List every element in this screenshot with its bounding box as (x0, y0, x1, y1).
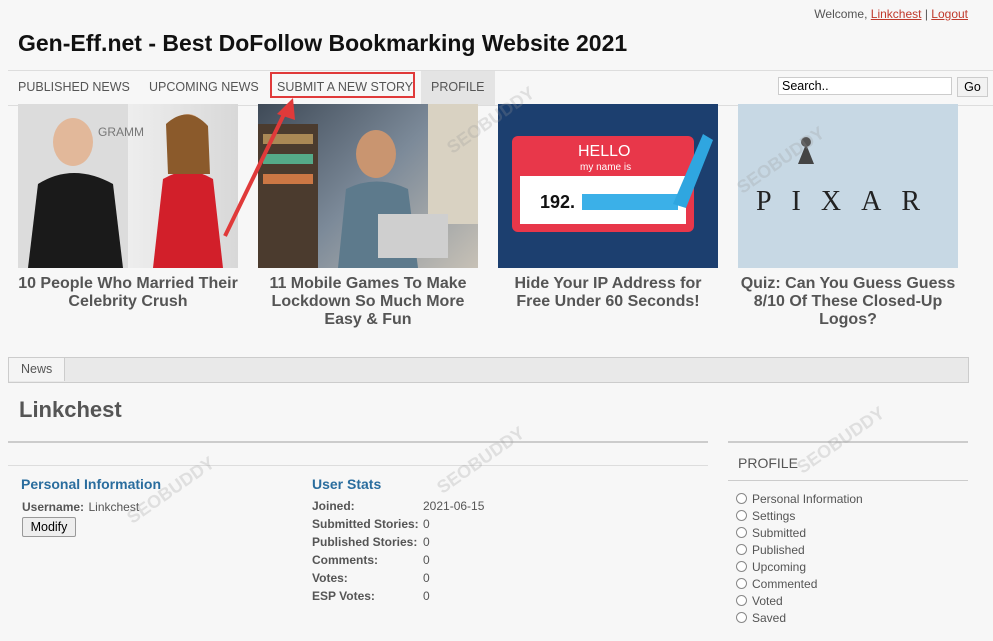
radio-icon[interactable] (736, 510, 747, 521)
radio-icon[interactable] (736, 595, 747, 606)
username-value: Linkchest (88, 500, 140, 514)
nav-published-news[interactable]: PUBLISHED NEWS (18, 71, 130, 105)
sidebar-item-upcoming[interactable]: Upcoming (736, 558, 863, 575)
stat-value: 0 (423, 535, 430, 549)
radio-icon[interactable] (736, 527, 747, 538)
tab-news[interactable]: News (9, 358, 66, 381)
image-pixar-text: PIXAR (756, 186, 940, 217)
story-image[interactable]: GRAMM (18, 104, 238, 268)
username-row: Username: Linkchest (22, 498, 139, 516)
logout-link[interactable]: Logout (931, 7, 968, 21)
site-title: Gen-Eff.net - Best DoFollow Bookmarking … (18, 30, 628, 56)
username-link[interactable]: Linkchest (871, 7, 922, 21)
story-caption[interactable]: Hide Your IP Address for Free Under 60 S… (498, 275, 718, 311)
story-caption[interactable]: 11 Mobile Games To Make Lockdown So Much… (258, 275, 478, 329)
story-image[interactable]: HELLO my name is 192. (498, 104, 718, 268)
sidebar-item-label: Saved (752, 610, 787, 625)
stat-row: ESP Votes: 0 (312, 589, 612, 607)
nav-profile[interactable]: PROFILE (421, 71, 495, 105)
story-card[interactable]: GRAMM 10 People Who Married Their Celebr… (18, 104, 238, 311)
radio-icon[interactable] (736, 561, 747, 572)
content-tabbar: News (8, 357, 969, 383)
story-card[interactable]: HELLO my name is 192. Hide Your IP Addre… (498, 104, 718, 311)
watermark: SEOBUDDY (433, 422, 529, 498)
user-welcome-bar: Welcome, Linkchest | Logout (814, 7, 968, 21)
story-image[interactable]: PIXAR (738, 104, 958, 268)
stat-label: Submitted Stories: (312, 517, 419, 531)
username-label: Username: (22, 500, 85, 514)
sidebar-item-published[interactable]: Published (736, 541, 863, 558)
annotation-arrow-icon (223, 98, 295, 237)
radio-icon[interactable] (736, 578, 747, 589)
sidebar-profile-menu: Personal Information Settings Submitted … (736, 490, 863, 626)
stat-row: Comments: 0 (312, 553, 612, 571)
sidebar-item-label: Commented (752, 576, 818, 591)
sidebar-item-saved[interactable]: Saved (736, 609, 863, 626)
image-hello-text: HELLO (578, 143, 630, 160)
divider (8, 465, 708, 466)
stat-value: 0 (423, 517, 430, 531)
divider (728, 441, 968, 443)
sidebar-profile-title: PROFILE (738, 455, 798, 471)
sidebar-item-commented[interactable]: Commented (736, 575, 863, 592)
radio-icon[interactable] (736, 544, 747, 555)
image-brand-text: GRAMM (98, 125, 144, 139)
sidebar-item-personal-information[interactable]: Personal Information (736, 490, 863, 507)
stat-row: Published Stories: 0 (312, 535, 612, 553)
stat-row: Joined: 2021-06-15 (312, 499, 612, 517)
stat-value: 0 (423, 571, 430, 585)
stat-value: 0 (423, 553, 430, 567)
search-go-button[interactable]: Go (957, 77, 988, 97)
stat-label: Published Stories: (312, 535, 418, 549)
story-caption[interactable]: Quiz: Can You Guess Guess 8/10 Of These … (738, 275, 958, 329)
divider (728, 480, 968, 481)
separator: | (924, 7, 928, 21)
sidebar-item-label: Voted (752, 593, 783, 608)
stat-value: 0 (423, 589, 430, 603)
profile-username-heading: Linkchest (19, 397, 122, 422)
story-caption[interactable]: 10 People Who Married Their Celebrity Cr… (18, 275, 238, 311)
sidebar-item-submitted[interactable]: Submitted (736, 524, 863, 541)
sidebar-item-label: Submitted (752, 525, 807, 540)
sidebar-item-label: Settings (752, 508, 796, 523)
stat-label: Votes: (312, 571, 348, 585)
sidebar-item-voted[interactable]: Voted (736, 592, 863, 609)
stat-value: 2021-06-15 (423, 499, 485, 513)
sidebar-item-label: Upcoming (752, 559, 807, 574)
user-stats-title: User Stats (312, 476, 382, 492)
personal-info-title: Personal Information (21, 476, 162, 492)
annotation-highlight-box (270, 72, 415, 98)
sidebar-item-label: Personal Information (752, 491, 863, 506)
modify-button[interactable]: Modify (22, 517, 76, 537)
radio-icon[interactable] (736, 493, 747, 504)
stat-row: Votes: 0 (312, 571, 612, 589)
stat-label: Comments: (312, 553, 379, 567)
image-name-text: my name is (580, 162, 631, 173)
divider (8, 441, 708, 443)
image-ip-text: 192. (540, 192, 575, 212)
sidebar-item-settings[interactable]: Settings (736, 507, 863, 524)
search-input[interactable] (778, 77, 952, 95)
story-card[interactable]: PIXAR Quiz: Can You Guess Guess 8/10 Of … (738, 104, 958, 329)
sidebar-item-label: Published (752, 542, 805, 557)
stat-row: Submitted Stories: 0 (312, 517, 612, 535)
stat-label: Joined: (312, 499, 355, 513)
radio-icon[interactable] (736, 612, 747, 623)
stat-label: ESP Votes: (312, 589, 375, 603)
welcome-text: Welcome, (814, 7, 868, 21)
